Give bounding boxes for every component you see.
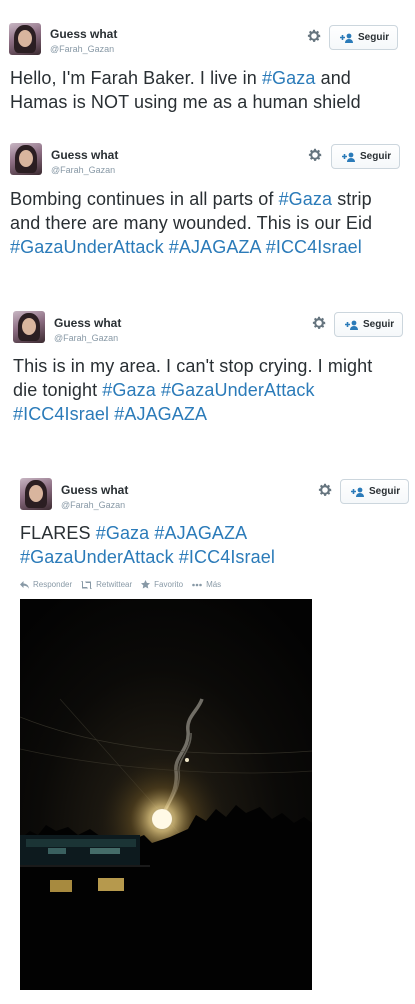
hashtag-link[interactable]: #GazaUnderAttack [20, 547, 174, 567]
hashtag-link[interactable]: #GazaUnderAttack [161, 380, 315, 400]
avatar[interactable] [13, 311, 45, 343]
retweet-button[interactable]: Retwittear [81, 580, 132, 589]
user-handle[interactable]: @Farah_Gazan [50, 44, 114, 54]
tweet-actions: Responder Retwittear Favorito Más [20, 580, 230, 589]
tweet-text-segment: Hello, I'm Farah Baker. I live in [10, 68, 262, 88]
more-button[interactable]: Más [192, 580, 221, 589]
user-handle[interactable]: @Farah_Gazan [51, 165, 115, 175]
gear-icon[interactable] [317, 482, 333, 498]
tweet-text: Hello, I'm Farah Baker. I live in #Gaza … [10, 66, 405, 114]
tweet-text: This is in my area. I can't stop crying.… [13, 354, 398, 426]
avatar[interactable] [9, 23, 41, 55]
hashtag-link[interactable]: #Gaza [102, 380, 156, 400]
hashtag-link[interactable]: #ICC4Israel [179, 547, 275, 567]
hashtag-link[interactable]: #Gaza [279, 189, 333, 209]
more-icon [192, 583, 202, 586]
avatar[interactable] [20, 478, 52, 510]
user-name[interactable]: Guess what [61, 483, 128, 497]
tweet-text-segment: Bombing continues in all parts of [10, 189, 279, 209]
hashtag-link[interactable]: #AJAGAZA [169, 237, 261, 257]
hashtag-link[interactable]: #Gaza [96, 523, 150, 543]
tweet-text: FLARES #Gaza #AJAGAZA #GazaUnderAttack #… [20, 521, 405, 569]
gear-icon[interactable] [307, 147, 323, 163]
follow-button[interactable]: Seguir [340, 479, 410, 504]
avatar[interactable] [10, 143, 42, 175]
follow-label: Seguir [360, 151, 392, 162]
user-name[interactable]: Guess what [50, 27, 117, 41]
reply-icon [20, 580, 29, 589]
retweet-label: Retwittear [96, 580, 133, 589]
add-person-icon [351, 487, 364, 497]
gear-icon[interactable] [306, 28, 322, 44]
user-name[interactable]: Guess what [51, 148, 118, 162]
tweet-text: Bombing continues in all parts of #Gaza … [10, 187, 405, 259]
follow-label: Seguir [358, 32, 390, 43]
tweet-photo[interactable] [20, 599, 312, 990]
hashtag-link[interactable]: #Gaza [262, 68, 316, 88]
hashtag-link[interactable]: #ICC4Israel [266, 237, 362, 257]
add-person-icon [342, 152, 355, 162]
follow-label: Seguir [363, 319, 395, 330]
user-handle[interactable]: @Farah_Gazan [61, 500, 125, 510]
hashtag-link[interactable]: #AJAGAZA [154, 523, 246, 543]
add-person-icon [345, 320, 358, 330]
follow-button[interactable]: Seguir [334, 312, 404, 337]
favorite-label: Favorito [154, 580, 184, 589]
favorite-button[interactable]: Favorito [141, 580, 183, 589]
hashtag-link[interactable]: #GazaUnderAttack [10, 237, 164, 257]
gear-icon[interactable] [311, 315, 327, 331]
follow-button[interactable]: Seguir [329, 25, 399, 50]
reply-button[interactable]: Responder [20, 580, 72, 589]
add-person-icon [340, 33, 353, 43]
more-label: Más [206, 580, 222, 589]
reply-label: Responder [33, 580, 73, 589]
flare-night-photo [20, 599, 312, 990]
follow-label: Seguir [369, 486, 401, 497]
tweet-text-segment: FLARES [20, 523, 96, 543]
hashtag-link[interactable]: #ICC4Israel [13, 404, 109, 424]
hashtag-link[interactable]: #AJAGAZA [114, 404, 207, 424]
retweet-icon [81, 580, 93, 589]
follow-button[interactable]: Seguir [331, 144, 401, 169]
star-icon [141, 580, 151, 589]
user-handle[interactable]: @Farah_Gazan [54, 333, 118, 343]
user-name[interactable]: Guess what [54, 316, 121, 330]
